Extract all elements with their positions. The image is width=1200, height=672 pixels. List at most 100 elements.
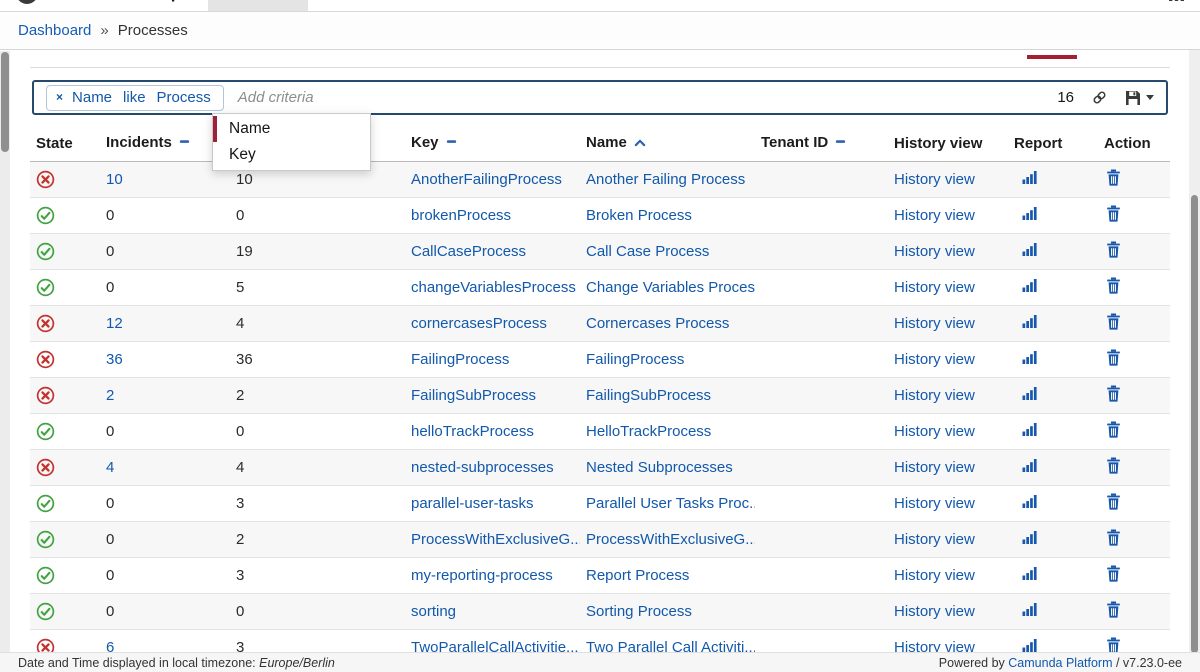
- nav-tab-human-tasks[interactable]: Human Tasks: [475, 0, 596, 12]
- incidents-count[interactable]: 12: [106, 315, 123, 332]
- delete-icon[interactable]: [1106, 281, 1121, 298]
- process-key-link[interactable]: changeVariablesProcess: [411, 279, 576, 296]
- process-key-link[interactable]: nested-subprocesses: [411, 459, 554, 476]
- column-header-key[interactable]: Key: [405, 130, 580, 161]
- history-view-link[interactable]: History view: [894, 459, 975, 476]
- delete-icon[interactable]: [1106, 569, 1121, 586]
- process-name-link[interactable]: FailingSubProcess: [586, 387, 711, 404]
- process-key-link[interactable]: brokenProcess: [411, 207, 511, 224]
- nav-tab-cases[interactable]: Cases: [403, 0, 476, 12]
- history-view-link[interactable]: History view: [894, 315, 975, 332]
- column-header-incidents[interactable]: Incidents: [100, 130, 230, 161]
- report-icon[interactable]: [1022, 387, 1038, 404]
- right-scrollbar-thumb[interactable]: [1191, 195, 1198, 653]
- delete-icon[interactable]: [1106, 497, 1121, 514]
- process-name-link[interactable]: Another Failing Process: [586, 171, 745, 188]
- process-key-link[interactable]: TwoParallelCallActivitie...: [411, 639, 579, 653]
- process-name-link[interactable]: Parallel User Tasks Proc...: [586, 495, 755, 512]
- delete-icon[interactable]: [1106, 173, 1121, 190]
- report-icon[interactable]: [1022, 279, 1038, 296]
- nav-tab-more[interactable]: More: [596, 0, 660, 12]
- delete-icon[interactable]: [1106, 317, 1121, 334]
- chip-field[interactable]: Name: [72, 89, 112, 106]
- chip-value[interactable]: Process: [157, 89, 211, 106]
- report-icon[interactable]: [1022, 567, 1038, 584]
- report-icon[interactable]: [1022, 207, 1038, 224]
- search-filter-box[interactable]: × Name like Process Add criteria 16: [32, 80, 1168, 115]
- process-name-link[interactable]: Two Parallel Call Activiti...: [586, 639, 755, 653]
- process-name-link[interactable]: Call Case Process: [586, 243, 709, 260]
- process-name-link[interactable]: HelloTrackProcess: [586, 423, 711, 440]
- history-view-link[interactable]: History view: [894, 639, 975, 653]
- process-key-link[interactable]: ProcessWithExclusiveG...: [411, 531, 580, 548]
- report-icon[interactable]: [1022, 243, 1038, 260]
- right-scrollbar[interactable]: [1189, 12, 1200, 652]
- process-name-link[interactable]: Cornercases Process: [586, 315, 729, 332]
- process-name-link[interactable]: ProcessWithExclusiveG...: [586, 531, 755, 548]
- process-name-link[interactable]: Nested Subprocesses: [586, 459, 733, 476]
- breadcrumb-dashboard-link[interactable]: Dashboard: [18, 22, 91, 39]
- process-name-link[interactable]: Broken Process: [586, 207, 692, 224]
- user-menu[interactable]: Jonny Prosciutto: [1020, 0, 1147, 1]
- incidents-count[interactable]: 36: [106, 351, 123, 368]
- delete-icon[interactable]: [1106, 245, 1121, 262]
- delete-icon[interactable]: [1106, 533, 1121, 550]
- add-criteria-input[interactable]: Add criteria: [238, 89, 1058, 106]
- process-key-link[interactable]: FailingProcess: [411, 351, 509, 368]
- history-view-link[interactable]: History view: [894, 279, 975, 296]
- column-header-name[interactable]: Name: [580, 130, 755, 161]
- dropdown-item-name[interactable]: Name: [213, 116, 370, 142]
- delete-icon[interactable]: [1106, 641, 1121, 653]
- process-key-link[interactable]: parallel-user-tasks: [411, 495, 534, 512]
- process-name-link[interactable]: Report Process: [586, 567, 689, 584]
- filter-remove-icon[interactable]: [445, 135, 458, 152]
- camunda-platform-link[interactable]: Camunda Platform: [1008, 656, 1112, 670]
- report-icon[interactable]: [1022, 459, 1038, 476]
- history-view-link[interactable]: History view: [894, 567, 975, 584]
- incidents-count[interactable]: 10: [106, 171, 123, 188]
- column-header-tenant-id[interactable]: Tenant ID: [755, 130, 888, 161]
- process-name-link[interactable]: Change Variables Process: [586, 279, 755, 296]
- history-view-link[interactable]: History view: [894, 423, 975, 440]
- history-view-link[interactable]: History view: [894, 387, 975, 404]
- history-view-link[interactable]: History view: [894, 207, 975, 224]
- process-key-link[interactable]: my-reporting-process: [411, 567, 553, 584]
- delete-icon[interactable]: [1106, 209, 1121, 226]
- delete-icon[interactable]: [1106, 425, 1121, 442]
- history-view-link[interactable]: History view: [894, 243, 975, 260]
- incidents-count[interactable]: 2: [106, 387, 114, 404]
- process-name-link[interactable]: Sorting Process: [586, 603, 692, 620]
- process-key-link[interactable]: AnotherFailingProcess: [411, 171, 562, 188]
- delete-icon[interactable]: [1106, 389, 1121, 406]
- report-icon[interactable]: [1022, 171, 1038, 188]
- history-view-link[interactable]: History view: [894, 495, 975, 512]
- engine-selector[interactable]: default: [934, 0, 998, 1]
- delete-icon[interactable]: [1106, 605, 1121, 622]
- process-key-link[interactable]: sorting: [411, 603, 456, 620]
- filter-remove-icon[interactable]: [178, 135, 191, 152]
- nav-tab-processes[interactable]: Processes: [208, 0, 308, 12]
- incidents-count[interactable]: 6: [106, 639, 114, 653]
- process-key-link[interactable]: CallCaseProcess: [411, 243, 526, 260]
- history-view-link[interactable]: History view: [894, 531, 975, 548]
- sort-ascending-icon[interactable]: [633, 135, 647, 152]
- left-scrollbar-thumb[interactable]: [1, 52, 9, 152]
- filter-remove-icon[interactable]: [834, 135, 847, 152]
- delete-icon[interactable]: [1106, 353, 1121, 370]
- dropdown-item-key[interactable]: Key: [213, 142, 370, 168]
- report-icon[interactable]: [1022, 639, 1038, 652]
- delete-icon[interactable]: [1106, 461, 1121, 478]
- history-view-link[interactable]: History view: [894, 351, 975, 368]
- incidents-count[interactable]: 4: [106, 459, 114, 476]
- report-icon[interactable]: [1022, 423, 1038, 440]
- report-icon[interactable]: [1022, 495, 1038, 512]
- process-key-link[interactable]: helloTrackProcess: [411, 423, 534, 440]
- nav-tab-decisions[interactable]: Decisions: [308, 0, 403, 12]
- save-search-button[interactable]: [1125, 90, 1154, 106]
- report-icon[interactable]: [1022, 603, 1038, 620]
- process-key-link[interactable]: cornercasesProcess: [411, 315, 547, 332]
- report-icon[interactable]: [1022, 531, 1038, 548]
- report-icon[interactable]: [1022, 351, 1038, 368]
- report-icon[interactable]: [1022, 315, 1038, 332]
- copy-link-icon[interactable]: [1091, 89, 1108, 106]
